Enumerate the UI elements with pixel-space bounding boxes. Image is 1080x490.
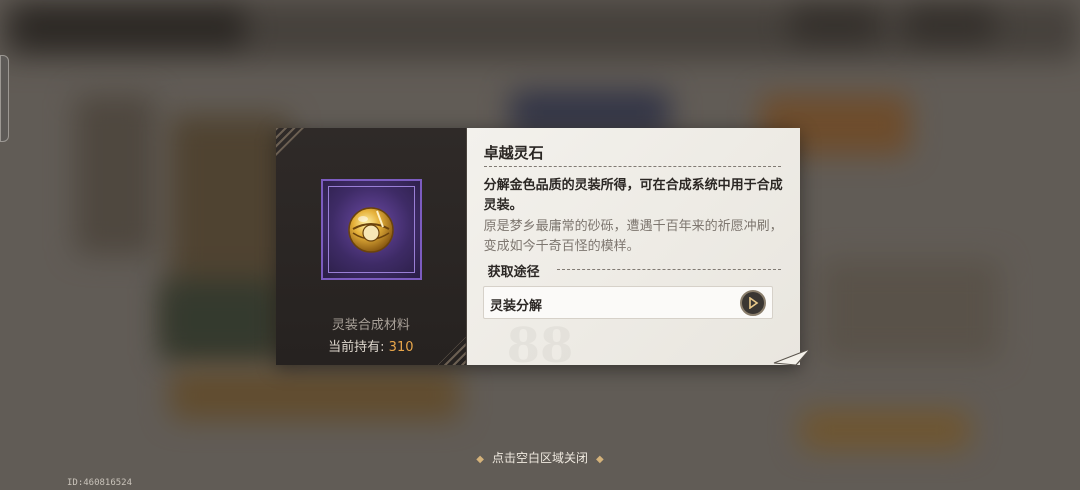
item-category: 灵装合成材料 [331,318,410,333]
item-name: 卓越灵石 [483,144,544,162]
gold-orb-icon [348,207,394,253]
source-disassemble-button[interactable]: 灵装分解 [483,286,773,319]
holding-label: 当前持有: [328,340,385,355]
user-id: ID:460816524 [67,478,133,488]
item-detail-dialog: 灵装合成材料 当前持有: 310 88 卓越灵石 分解金色品质的灵装所得，可在合… [276,128,800,374]
item-preview-panel: 灵装合成材料 当前持有: 310 [276,128,467,365]
divider [556,269,781,270]
arrow-right-icon[interactable] [740,290,766,316]
decorative-watermark: 88 [506,318,574,374]
source-heading: 获取途径 [487,265,540,280]
side-drawer-tab[interactable] [0,55,9,142]
item-icon-frame [321,179,422,280]
diamond-icon: ◆ [596,454,604,465]
item-info-panel: 88 卓越灵石 分解金色品质的灵装所得，可在合成系统中用于合成灵装。 原是梦乡最… [466,128,800,374]
source-item-label: 灵装分解 [490,299,543,314]
holding-value: 310 [388,340,414,355]
item-lore: 原是梦乡最庸常的砂砾，遭遇千百年来的祈愿冲刷，变成如今千奇百怪的模样。 [483,219,783,254]
close-hint-text: 点击空白区域关闭 [491,451,588,465]
paper-plane-icon [773,348,811,366]
divider [483,166,781,167]
holding-count: 当前持有: 310 [276,336,466,355]
corner-ornament [276,128,304,156]
diamond-icon: ◆ [476,454,484,465]
close-hint: ◆ 点击空白区域关闭 ◆ [0,449,1080,466]
item-description: 分解金色品质的灵装所得，可在合成系统中用于合成灵装。 [483,178,783,213]
